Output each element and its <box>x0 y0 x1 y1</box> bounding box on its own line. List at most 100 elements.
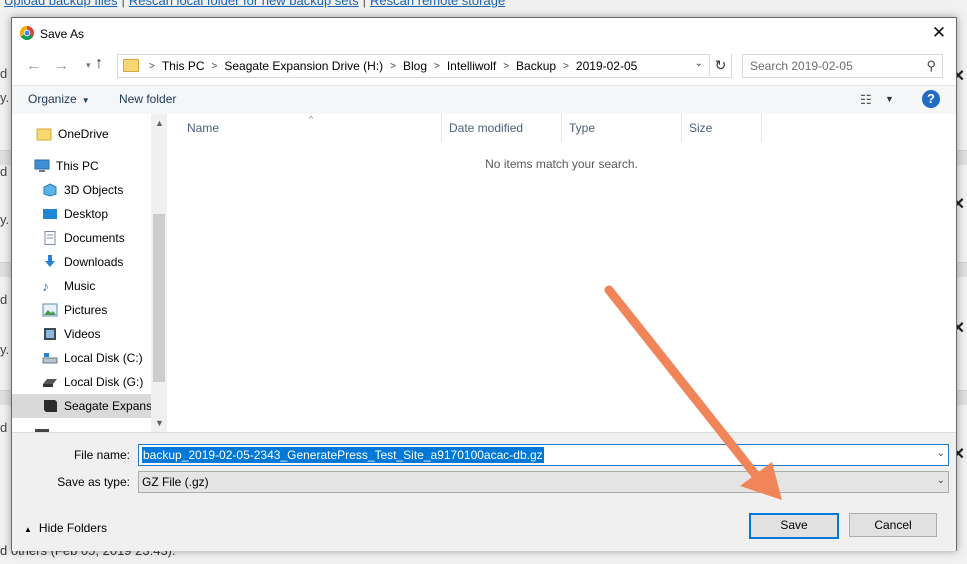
breadcrumb-separator-icon[interactable]: > <box>212 61 218 72</box>
close-icon: ✕ <box>931 23 947 42</box>
nav-item-label: Seagate Expansic <box>64 399 151 413</box>
upload-backup-link[interactable]: Upload backup files <box>4 0 117 8</box>
breadcrumb-blog[interactable]: Blog <box>403 59 427 73</box>
save-as-type-label: Save as type: <box>57 475 130 489</box>
nav-item-this-pc[interactable]: This PC <box>12 154 167 178</box>
nav-item-onedrive[interactable]: OneDrive <box>12 122 167 146</box>
background-links: Upload backup files | Rescan local folder … <box>4 0 505 8</box>
chrome-icon <box>20 26 34 40</box>
refresh-icon: ↻ <box>714 57 727 73</box>
nav-item-seagate-drive[interactable]: Seagate Expansic <box>12 394 151 418</box>
background-text-fragment: d <box>0 164 8 179</box>
nav-item-documents[interactable]: Documents <box>12 226 167 250</box>
download-icon <box>42 255 58 269</box>
scroll-down-icon[interactable]: ▼ <box>155 418 164 428</box>
file-name-label: File name: <box>73 448 130 462</box>
breadcrumb: > This PC > Seagate Expansion Drive (H:)… <box>142 55 637 77</box>
navigation-scrollbar[interactable]: ▲ ▼ <box>151 114 167 432</box>
nav-item-videos[interactable]: Videos <box>12 322 167 346</box>
chevron-up-icon: ▲ <box>24 525 32 534</box>
chevron-down-icon[interactable]: ⌄ <box>937 448 945 459</box>
background-text-fragment: y. <box>0 342 10 357</box>
breadcrumb-separator-icon[interactable]: > <box>434 61 440 72</box>
refresh-button[interactable]: ↻ <box>709 54 731 76</box>
nav-item-music[interactable]: ♪ Music <box>12 274 167 298</box>
nav-item-label: Documents <box>64 231 125 245</box>
organize-button[interactable]: Organize ▼ <box>28 92 90 106</box>
disk-icon <box>42 351 58 365</box>
search-icon: ⚲ <box>926 58 936 73</box>
search-input[interactable]: Search 2019-02-05 ⚲ <box>742 54 943 78</box>
column-header-name[interactable]: Name <box>167 114 442 142</box>
close-button[interactable]: ✕ <box>922 18 956 48</box>
background-text-fragment: y. <box>0 90 10 105</box>
breadcrumb-backup[interactable]: Backup <box>516 59 556 73</box>
scroll-up-icon[interactable]: ▲ <box>155 118 164 128</box>
address-bar[interactable]: > This PC > Seagate Expansion Drive (H:)… <box>117 54 732 78</box>
breadcrumb-this-pc[interactable]: This PC <box>162 59 205 73</box>
back-arrow-icon[interactable]: ← <box>26 57 41 74</box>
rescan-remote-link[interactable]: Rescan remote storage <box>370 0 505 8</box>
drive-icon <box>42 399 58 413</box>
help-icon[interactable]: ? <box>922 90 940 108</box>
nav-item-label: 3D Objects <box>64 183 124 197</box>
nav-item-label: Pictures <box>64 303 108 317</box>
hide-folders-button[interactable]: ▲ Hide Folders <box>24 521 107 535</box>
title-bar: Save As ✕ <box>12 18 956 48</box>
document-icon <box>42 231 58 245</box>
nav-item-label: Music <box>64 279 96 293</box>
save-options-panel: File name: backup_2019-02-05-2343_Genera… <box>12 432 956 551</box>
address-dropdown-chevron-icon[interactable]: ⌄ <box>695 58 703 69</box>
nav-item-3d-objects[interactable]: 3D Objects <box>12 178 167 202</box>
file-name-field[interactable]: backup_2019-02-05-2343_GeneratePress_Tes… <box>138 444 949 466</box>
view-options-icon[interactable]: ☷ <box>860 92 872 108</box>
cancel-button[interactable]: Cancel <box>849 513 937 537</box>
hide-folders-label: Hide Folders <box>38 521 107 535</box>
link-separator: | <box>362 0 367 8</box>
scrollbar-thumb[interactable] <box>153 214 165 382</box>
new-folder-button[interactable]: New folder <box>119 92 176 106</box>
nav-item-local-disk-g[interactable]: Local Disk (G:) <box>12 370 167 394</box>
forward-arrow-icon[interactable]: → <box>54 57 69 74</box>
chevron-down-icon: ▼ <box>81 96 90 105</box>
nav-item-pictures[interactable]: Pictures <box>12 298 167 322</box>
save-as-type-value: GZ File (.gz) <box>142 475 209 489</box>
column-header-date-modified[interactable]: Date modified <box>442 114 562 142</box>
breadcrumb-separator-icon[interactable]: > <box>563 61 569 72</box>
background-text-fragment: d <box>0 292 8 307</box>
navigation-pane: OneDrive This PC 3D Objects Desktop Docu… <box>12 114 167 432</box>
link-separator: | <box>121 0 125 8</box>
rescan-local-link[interactable]: Rescan local folder for new backup sets <box>129 0 359 8</box>
chevron-down-icon[interactable]: ⌄ <box>937 475 945 486</box>
recent-locations-chevron-icon[interactable]: ▾ <box>86 60 91 71</box>
nav-item-label: Desktop <box>64 207 109 221</box>
chevron-down-icon[interactable]: ▼ <box>885 94 894 104</box>
nav-item-label: Local Disk (C:) <box>64 351 143 365</box>
video-icon <box>42 327 58 341</box>
column-header-size[interactable]: Size <box>682 114 762 142</box>
nav-item-desktop[interactable]: Desktop <box>12 202 167 226</box>
breadcrumb-intelliwolf[interactable]: Intelliwolf <box>447 59 496 73</box>
music-icon: ♪ <box>42 278 49 294</box>
breadcrumb-seagate-drive[interactable]: Seagate Expansion Drive (H:) <box>224 59 383 73</box>
breadcrumb-separator-icon[interactable]: > <box>390 61 396 72</box>
nav-item-label: This PC <box>56 159 99 173</box>
cube-icon <box>42 183 58 197</box>
background-text-fragment: d <box>0 420 8 435</box>
up-arrow-icon[interactable]: ↑ <box>95 55 103 73</box>
breadcrumb-current-folder[interactable]: 2019-02-05 <box>576 59 637 73</box>
file-name-value[interactable]: backup_2019-02-05-2343_GeneratePress_Tes… <box>142 447 544 463</box>
nav-item-local-disk-c[interactable]: Local Disk (C:) <box>12 346 167 370</box>
desktop-icon <box>42 207 58 221</box>
background-text-fragment: d <box>0 66 8 81</box>
folder-icon <box>123 59 139 72</box>
save-button[interactable]: Save <box>749 513 839 539</box>
column-header-type[interactable]: Type <box>562 114 682 142</box>
disk-icon <box>42 375 58 389</box>
breadcrumb-separator-icon[interactable]: > <box>503 61 509 72</box>
save-as-type-select[interactable]: GZ File (.gz) ⌄ <box>138 471 949 493</box>
breadcrumb-separator-icon: > <box>149 60 155 72</box>
nav-item-downloads[interactable]: Downloads <box>12 250 167 274</box>
command-toolbar: Organize ▼ New folder ☷ ▼ ? <box>12 85 956 115</box>
search-placeholder: Search 2019-02-05 <box>750 59 853 73</box>
